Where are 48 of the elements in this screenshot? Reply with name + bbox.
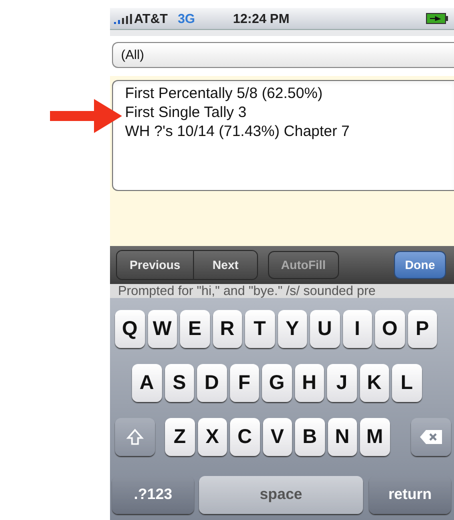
nav-button[interactable]: Next [193, 251, 257, 279]
return-key[interactable]: return [369, 476, 451, 514]
letter-key[interactable]: O [375, 310, 404, 348]
arrow-icon [50, 97, 122, 135]
letter-key[interactable]: L [392, 364, 422, 402]
backspace-icon [418, 429, 442, 445]
carrier-name: AT&T [134, 10, 168, 28]
letter-key[interactable]: K [360, 364, 389, 402]
clock-time: 12:24 PM [233, 10, 290, 28]
letter-key[interactable]: E [180, 310, 210, 348]
letter-key[interactable]: W [148, 310, 177, 348]
nav-button[interactable]: Previous [117, 251, 193, 279]
delete-key[interactable] [410, 418, 450, 456]
letter-key[interactable]: X [198, 418, 227, 456]
letter-key[interactable]: B [295, 418, 324, 456]
letter-key[interactable]: U [310, 310, 340, 348]
list-option[interactable]: First Single Tally 3 [125, 103, 246, 122]
letter-key[interactable]: P [408, 310, 437, 348]
letter-key[interactable]: R [212, 310, 242, 348]
letter-key[interactable]: Z [165, 418, 194, 456]
filter-dropdown[interactable]: (All) [112, 42, 454, 68]
letter-key[interactable]: G [262, 364, 292, 402]
letter-key[interactable]: Y [278, 310, 307, 348]
letter-key[interactable]: S [164, 364, 194, 402]
letter-key[interactable]: I [342, 310, 372, 348]
letter-key[interactable]: Q [115, 310, 144, 348]
letter-key[interactable]: N [328, 418, 357, 456]
done-button[interactable]: Done [394, 251, 446, 279]
shift-key[interactable] [115, 418, 155, 456]
letter-key[interactable]: J [327, 364, 356, 402]
letter-key[interactable]: A [132, 364, 162, 402]
letter-key[interactable]: D [197, 364, 226, 402]
numbers-key[interactable]: .?123 [112, 476, 194, 514]
battery-charging-icon [426, 13, 448, 24]
letter-key[interactable]: F [230, 364, 259, 402]
signal-icon [114, 14, 132, 24]
list-option[interactable]: First Percentally 5/8 (62.50%) [125, 84, 323, 103]
letter-key[interactable]: V [262, 418, 292, 456]
list-option[interactable]: WH ?'s 10/14 (71.43%) Chapter 7 [125, 122, 350, 141]
letter-key[interactable]: T [245, 310, 274, 348]
space-key[interactable]: space [199, 476, 363, 514]
list-box[interactable]: First Percentally 5/8 (62.50%) First Single Tally 3 WH ?'s 10/14 (71.43%) Chapter 7 [112, 80, 454, 191]
letter-key[interactable]: C [230, 418, 260, 456]
network-type: 3G [178, 10, 196, 28]
letter-key[interactable]: M [360, 418, 390, 456]
background-text: Prompted for "hi," and "bye." /s/ sounded pre [117, 284, 377, 298]
letter-key[interactable]: H [294, 364, 324, 402]
shift-arrow-icon [126, 428, 144, 446]
